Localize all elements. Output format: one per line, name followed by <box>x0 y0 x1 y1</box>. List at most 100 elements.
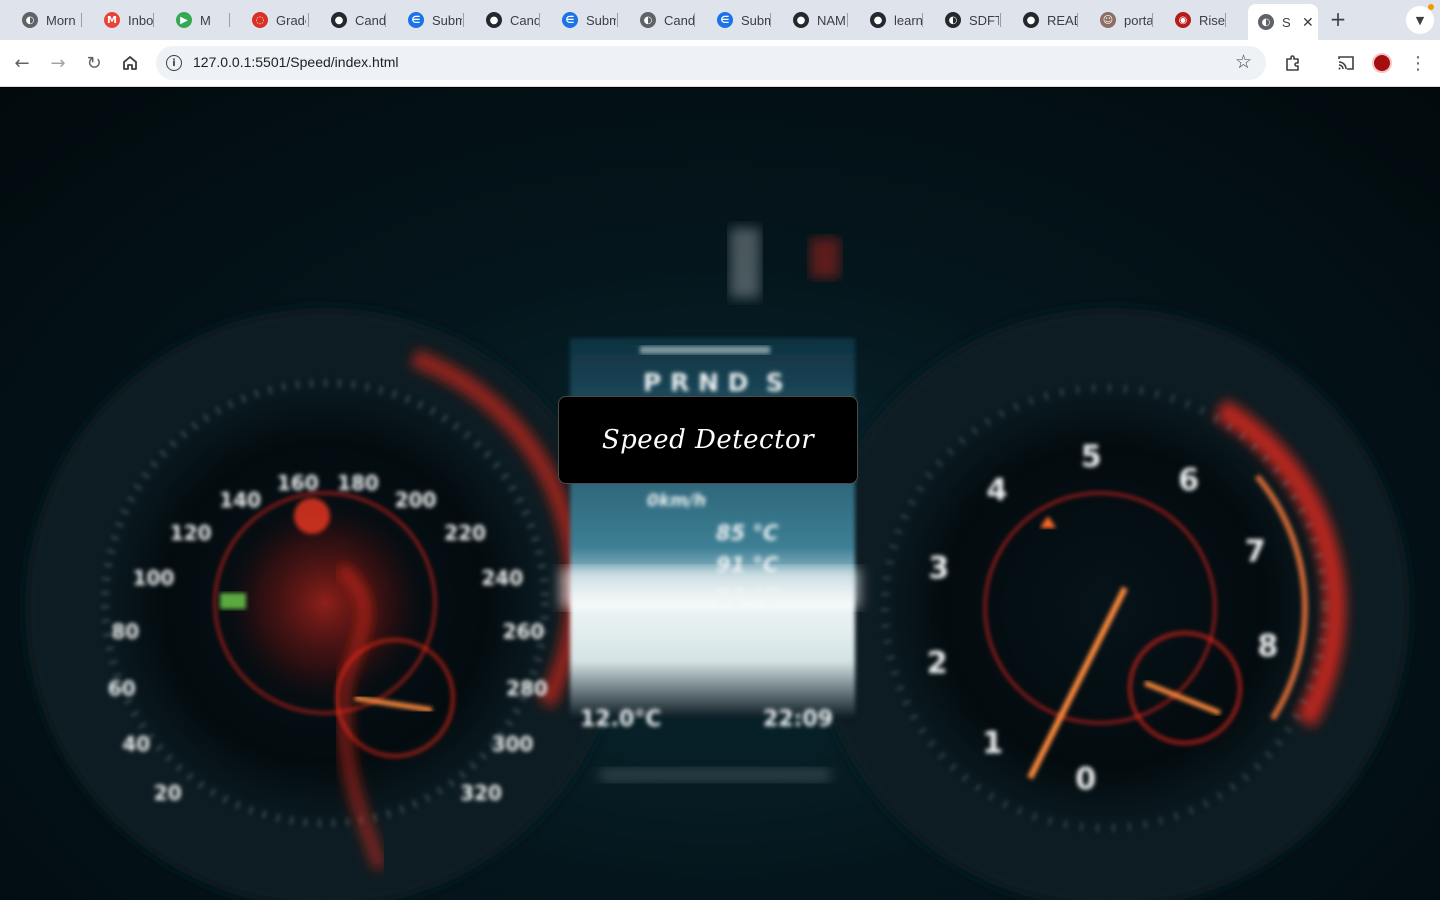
speedo-tick-label: 180 <box>337 471 379 495</box>
address-bar[interactable]: i 127.0.0.1:5501/Speed/index.html ☆ <box>156 46 1266 80</box>
tab-separator <box>1225 13 1226 27</box>
more-vert-icon: ⋮ <box>1409 52 1427 74</box>
tab-favicon-icon: ● <box>870 12 886 28</box>
oil-temp-readout: 85 °C <box>716 521 779 545</box>
forward-button[interactable]: → <box>46 51 70 75</box>
speedometer-gauge: 20 40 60 80 100 120 140 160 180 200 220 240 260 280 30… <box>25 308 625 900</box>
speedo-tick-label: 60 <box>108 677 136 701</box>
tab-item[interactable]: ∈ Subm <box>386 6 464 34</box>
speedo-tick-label: 220 <box>444 521 486 545</box>
chevron-down-icon: ▼ <box>1415 13 1425 27</box>
outside-temp-readout: 12.0°C <box>580 707 661 732</box>
tab-item[interactable]: ◐ Candi <box>618 6 695 34</box>
center-display <box>560 228 860 782</box>
tab-item[interactable]: ● Candi <box>309 6 386 34</box>
tab-title: SDFT <box>969 12 999 28</box>
tab-favicon-icon: ◉ <box>1175 12 1191 28</box>
tacho-tick-label: 8 <box>1257 629 1278 664</box>
profile-avatar[interactable] <box>1372 53 1392 73</box>
speedo-tick-label: 80 <box>111 620 139 644</box>
trans-temp-readout: 82 °C <box>716 585 779 609</box>
info-icon[interactable]: i <box>166 55 182 71</box>
tab-favicon-icon: ● <box>1023 12 1039 28</box>
tab-title: Rise <box>1199 12 1226 28</box>
home-button[interactable] <box>118 51 142 75</box>
speedo-tick-label: 320 <box>460 781 502 805</box>
tab-active[interactable]: ◐ S ✕ <box>1248 4 1318 40</box>
tab-favicon-icon: ● <box>793 12 809 28</box>
tab-favicon-icon: ▶ <box>176 12 192 28</box>
tab-item[interactable]: ◐ Morning <box>0 6 82 34</box>
bookmark-star-icon[interactable]: ☆ <box>1235 51 1252 73</box>
page-title: Speed Detector <box>601 425 815 455</box>
tab-title: Subm <box>741 12 771 28</box>
tab-title: READ <box>1047 12 1077 28</box>
globe-icon: ◐ <box>1258 14 1274 30</box>
speedo-tick-label: 160 <box>277 471 319 495</box>
tacho-tick-label: 0 <box>1075 762 1096 797</box>
browser-menu-button[interactable]: ⋮ <box>1406 51 1430 75</box>
tab-item[interactable]: ◉ Rise <box>1153 6 1226 34</box>
tab-item[interactable]: ● learn <box>848 6 923 34</box>
tacho-tick-label: 6 <box>1178 463 1199 498</box>
tacho-tick-label: 2 <box>927 646 948 681</box>
tab-item[interactable]: ☺ porta <box>1078 6 1153 34</box>
tab-title: Subm <box>586 12 616 28</box>
speedo-tick-label: 40 <box>122 732 150 756</box>
tab-title: Grade <box>276 12 306 28</box>
tab-title: Candi <box>510 12 540 28</box>
speedo-tick-label: 300 <box>492 732 534 756</box>
dashboard-image: 20406080100120140160 18020022024026028030… <box>25 228 1410 900</box>
tab-item[interactable]: ● Candi <box>464 6 540 34</box>
tacho-tick-label: 3 <box>928 551 949 586</box>
page-background: 20 40 60 80 100 120 140 160 180 200 220 240 260 280 30… <box>0 88 1440 900</box>
tab-title: M <box>200 12 211 28</box>
reload-icon: ↻ <box>86 52 102 74</box>
tab-favicon-icon: M <box>104 12 120 28</box>
url-text[interactable]: 127.0.0.1:5501/Speed/index.html <box>193 54 399 70</box>
tab-title: Candi <box>664 12 694 28</box>
gear-selector: P R N D S <box>643 368 784 397</box>
speedo-tick-label: 240 <box>481 566 523 590</box>
cast-button[interactable] <box>1334 51 1358 75</box>
tab-title: S <box>1282 14 1291 30</box>
tab-favicon-icon: ∈ <box>717 12 733 28</box>
speedo-tick-label: 120 <box>170 521 212 545</box>
tab-item[interactable]: ∈ Subm <box>695 6 771 34</box>
cast-icon <box>1338 56 1354 70</box>
tab-favicon-icon: ◐ <box>22 12 38 28</box>
tab-title: Morning <box>46 12 76 28</box>
puzzle-icon <box>1286 55 1299 71</box>
speed-unit-readout: 0km/h <box>647 491 706 511</box>
tab-favicon-icon: ∈ <box>562 12 578 28</box>
tab-item[interactable]: M Inbox <box>82 6 154 34</box>
tab-item[interactable]: ● READ <box>1001 6 1078 34</box>
tab-title: porta <box>1124 12 1153 28</box>
arrow-left-icon: ← <box>14 52 30 74</box>
tab-title: NAM <box>817 12 846 28</box>
tab-favicon-icon: ☺ <box>1100 12 1116 28</box>
tab-item[interactable]: ● NAM <box>771 6 848 34</box>
tab-title: learn <box>894 12 923 28</box>
tab-item[interactable]: ◐ SDFT <box>923 6 1001 34</box>
new-tab-button[interactable]: + <box>1328 9 1348 30</box>
tab-favicon-icon: ◌ <box>252 12 268 28</box>
tacho-tick-label: 1 <box>982 726 1003 761</box>
arrow-right-icon: → <box>50 52 66 74</box>
back-button[interactable]: ← <box>10 51 34 75</box>
speedo-tick-label: 260 <box>503 620 545 644</box>
tab-favicon-icon: ● <box>331 12 347 28</box>
tacho-tick-label: 7 <box>1245 534 1266 569</box>
reload-button[interactable]: ↻ <box>82 51 106 75</box>
tab-search-button[interactable]: ▼ <box>1406 6 1434 34</box>
extensions-button[interactable] <box>1281 51 1305 75</box>
browser-toolbar: ← → ↻ i 127.0.0.1:5501/Speed/index.html … <box>0 40 1440 87</box>
tab-item[interactable]: ◌ Grade <box>230 6 309 34</box>
speedo-tick-label: 20 <box>154 781 182 805</box>
tab-item[interactable]: ∈ Subm <box>540 6 618 34</box>
close-icon[interactable]: ✕ <box>1302 14 1314 31</box>
tab-favicon-icon: ● <box>486 12 502 28</box>
tab-title: Inbox <box>128 12 154 28</box>
tacho-tick-label: 5 <box>1081 440 1102 475</box>
tab-item[interactable]: ▶ M <box>154 6 230 34</box>
